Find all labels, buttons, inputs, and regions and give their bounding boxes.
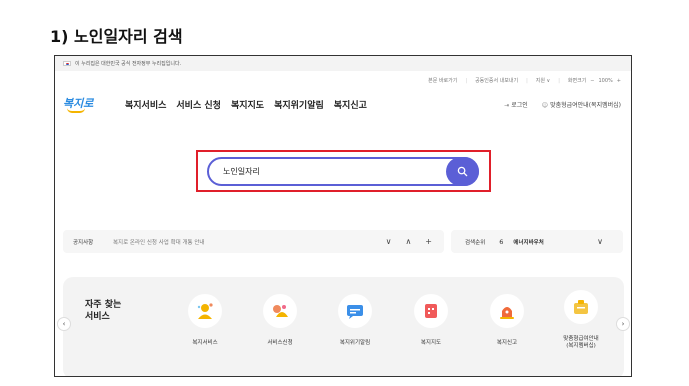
logo-text: 복지로 (63, 97, 94, 110)
document-heading: 1) 노인일자리 검색 (50, 27, 183, 46)
frequent-services-panel: 자주 찾는 서비스 ‹ › 복지서비스 서비스신청 복지위기알림 복지지도 복지… (57, 277, 630, 376)
custom-benefit-link[interactable]: ☺ 맞춤형급여안내(복지멤버십) (542, 100, 621, 109)
service-label: 복지위기알림 (339, 340, 371, 346)
main-nav: 복지서비스 서비스 신청 복지지도 복지위기알림 복지신고 (125, 98, 367, 111)
nav-item-service-apply[interactable]: 서비스 신청 (176, 98, 221, 111)
zoom-label: 화면크기 (567, 78, 587, 84)
ranking-number: 6 (499, 237, 504, 246)
notice-up-button[interactable]: ∧ (405, 237, 411, 246)
login-link[interactable]: ⇥ 로그인 (504, 100, 528, 109)
ranking-label: 검색순위 (465, 239, 486, 246)
nav-item-crisis-alert[interactable]: 복지위기알림 (274, 98, 324, 111)
divider: | (465, 77, 468, 84)
search-icon (457, 166, 468, 177)
login-label: 로그인 (511, 101, 528, 109)
service-label: 복지신고 (496, 340, 518, 346)
map-icon (414, 294, 448, 328)
korea-flag-icon (63, 61, 71, 66)
chat-alert-icon (338, 294, 372, 328)
nav-item-welfare-services[interactable]: 복지서비스 (125, 98, 166, 111)
service-item-welfare-report[interactable]: 복지신고 (477, 294, 537, 347)
site-logo[interactable]: 복지로 (63, 95, 103, 113)
gov-banner: 이 누리집은 대한민국 공식 전자정부 누리집입니다. (55, 56, 631, 71)
siren-icon (490, 294, 524, 328)
notice-controls: ∨ ∧ + (386, 237, 432, 246)
person-star-icon (188, 294, 222, 328)
custom-benefit-label: 맞춤형급여안내(복지멤버십) (550, 101, 621, 109)
notice-bar: 공지사항 복지로 온라인 신청 사업 확대 개통 안내 ∨ ∧ + (63, 230, 444, 253)
zoom-in-button[interactable]: + (617, 78, 621, 84)
site-header: 복지로 복지서비스 서비스 신청 복지지도 복지위기알림 복지신고 ⇥ 로그인 ☺… (55, 90, 631, 118)
chevron-down-icon[interactable]: ∨ (597, 237, 603, 246)
service-label: 복지지도 (420, 340, 442, 346)
export-certificate-link[interactable]: 공동인증서 내보내기 (475, 77, 518, 84)
language-select[interactable]: 지원 ∨ (536, 77, 550, 84)
search-button[interactable] (446, 157, 479, 186)
service-item-service-apply[interactable]: 서비스신청 (250, 294, 310, 347)
zoom-out-button[interactable]: − (590, 78, 594, 84)
notice-text-link[interactable]: 복지로 온라인 신청 사업 확대 개통 안내 (113, 238, 204, 246)
divider: | (558, 77, 560, 84)
service-item-crisis-alert[interactable]: 복지위기알림 (325, 294, 385, 347)
search-input[interactable] (223, 167, 423, 176)
service-label: 복지서비스 (192, 340, 218, 346)
service-item-welfare-map[interactable]: 복지지도 (401, 294, 461, 347)
nav-item-welfare-report[interactable]: 복지신고 (334, 98, 367, 111)
ranking-keyword[interactable]: 에너지바우처 (513, 238, 543, 246)
notice-down-button[interactable]: ∨ (386, 237, 392, 246)
service-label: 서비스신청 (267, 340, 293, 346)
search-box (207, 157, 479, 186)
service-item-welfare-services[interactable]: 복지서비스 (175, 294, 235, 347)
zoom-value: 100% (598, 77, 613, 84)
apply-icon (263, 294, 297, 328)
nav-item-welfare-map[interactable]: 복지지도 (231, 98, 264, 111)
user-icon: ☺ (541, 101, 549, 109)
service-label: 맞춤형급여안내 (복지멤버십) (563, 336, 599, 349)
zoom-control: 화면크기 − 100% + (567, 77, 621, 85)
browser-screenshot-frame: 이 누리집은 대한민국 공식 전자정부 누리집입니다. 본문 바로가기 | 공동… (54, 55, 632, 377)
services-title: 자주 찾는 서비스 (85, 300, 122, 322)
gov-banner-text: 이 누리집은 대한민국 공식 전자정부 누리집입니다. (75, 61, 182, 67)
skip-to-content-link[interactable]: 본문 바로가기 (428, 77, 457, 84)
search-ranking-bar[interactable]: 검색순위 6 에너지바우처 ∨ (451, 230, 623, 253)
services-prev-button[interactable]: ‹ (57, 317, 71, 331)
service-item-custom-benefit[interactable]: 맞춤형급여안내 (복지멤버십) (551, 290, 611, 350)
services-next-button[interactable]: › (616, 317, 630, 331)
notice-more-button[interactable]: + (425, 237, 432, 246)
divider: | (526, 77, 528, 84)
notice-label: 공지사항 (73, 239, 94, 246)
utility-bar: 본문 바로가기 | 공동인증서 내보내기 | 지원 ∨ | 화면크기 − 100… (428, 77, 621, 85)
membership-icon (564, 290, 598, 324)
login-icon: ⇥ (504, 101, 510, 109)
header-actions: ⇥ 로그인 ☺ 맞춤형급여안내(복지멤버십) (504, 100, 621, 109)
